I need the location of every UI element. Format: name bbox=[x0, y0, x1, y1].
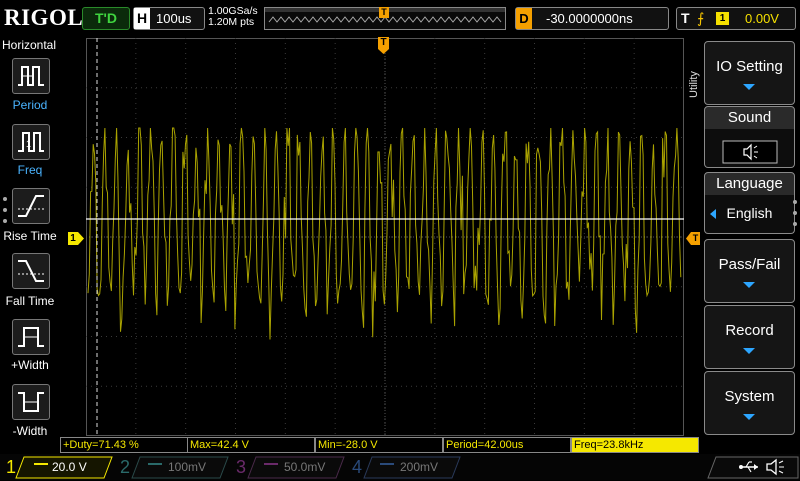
positive-width-button[interactable] bbox=[12, 319, 50, 355]
measurement-max[interactable]: Max=42.4 V bbox=[187, 437, 315, 453]
trigger-level-marker[interactable]: T bbox=[686, 232, 700, 245]
language-selector[interactable]: English bbox=[704, 195, 795, 234]
chevron-down-icon bbox=[743, 84, 755, 90]
horizontal-measure-menu: Horizontal Period 1 Freq Rise Time Fall … bbox=[0, 36, 60, 440]
channel1-offset-marker[interactable]: 1 bbox=[68, 232, 84, 245]
record-label: Record bbox=[725, 322, 774, 339]
measurement-min[interactable]: Min=-28.0 V bbox=[315, 437, 443, 453]
trigger-level: 0.00V bbox=[745, 11, 779, 26]
memory-overview[interactable]: T bbox=[264, 7, 506, 30]
trigger-position-label: T bbox=[380, 37, 387, 48]
horizontal-label: H bbox=[134, 8, 150, 29]
language-value: English bbox=[726, 205, 773, 221]
channel4-number[interactable]: 4 bbox=[352, 456, 362, 478]
freq-icon: 1 bbox=[18, 132, 44, 152]
channel1-waveform bbox=[87, 127, 682, 340]
trigger-position-marker[interactable]: T bbox=[378, 37, 389, 54]
language-title: Language bbox=[704, 172, 795, 196]
channel1-number[interactable]: 1 bbox=[6, 456, 16, 478]
acquisition-info: 1.00GSa/s 1.20M pts bbox=[208, 6, 258, 28]
channel2-number[interactable]: 2 bbox=[120, 456, 130, 478]
freq-label: Freq bbox=[17, 163, 43, 177]
channel2-scale[interactable]: 100mV bbox=[168, 456, 206, 478]
waveform-display[interactable] bbox=[86, 38, 684, 436]
system-button[interactable]: System bbox=[704, 371, 795, 435]
rigol-logo: RIGOL bbox=[4, 5, 84, 30]
period-icon bbox=[18, 66, 44, 86]
measurement-freq[interactable]: Freq=23.8kHz bbox=[571, 437, 699, 453]
menu-title: Horizontal bbox=[2, 38, 57, 52]
measurement-period[interactable]: Period=42.00us bbox=[443, 437, 571, 453]
utility-label-text: Utility bbox=[688, 71, 700, 98]
freq-button[interactable]: 1 bbox=[12, 124, 50, 160]
fall-time-button[interactable] bbox=[12, 253, 50, 289]
channel3-scale[interactable]: 50.0mV bbox=[284, 456, 325, 478]
sound-title: Sound bbox=[704, 106, 795, 130]
svg-text:1: 1 bbox=[26, 139, 31, 149]
fall-time-icon bbox=[18, 260, 44, 282]
chevron-down-icon bbox=[743, 348, 755, 354]
speaker-icon bbox=[722, 140, 778, 164]
sound-toggle[interactable] bbox=[704, 129, 795, 168]
rising-edge-icon: ⨍ bbox=[697, 10, 705, 26]
trigger-box[interactable]: T ⨍ 1 0.00V bbox=[676, 7, 796, 30]
utility-side-label: Utility bbox=[688, 62, 702, 102]
rise-time-label: Rise Time bbox=[3, 229, 57, 243]
left-menu-page-indicator bbox=[3, 197, 7, 227]
channel1-marker-label: 1 bbox=[70, 233, 76, 244]
chevron-down-icon bbox=[743, 282, 755, 288]
system-label: System bbox=[724, 388, 775, 405]
timebase-box[interactable]: H 100us bbox=[133, 7, 205, 30]
memory-depth: 1.20M pts bbox=[208, 16, 255, 28]
io-setting-label: IO Setting bbox=[716, 58, 783, 75]
pass-fail-label: Pass/Fail bbox=[718, 256, 781, 273]
pass-fail-button[interactable]: Pass/Fail bbox=[704, 239, 795, 303]
channel3-number[interactable]: 3 bbox=[236, 456, 246, 478]
dc-coupling-icon bbox=[34, 463, 48, 465]
negative-width-icon bbox=[18, 392, 44, 412]
rise-time-icon bbox=[18, 195, 44, 217]
negative-width-button[interactable] bbox=[12, 384, 50, 420]
speaker-icon bbox=[764, 458, 786, 481]
trigger-level-marker-label: T bbox=[692, 233, 699, 243]
measurement-duty[interactable]: +Duty=71.43 % bbox=[60, 437, 188, 453]
dc-coupling-icon bbox=[148, 463, 162, 465]
period-label: Period bbox=[12, 98, 48, 112]
trigger-label: T bbox=[681, 10, 690, 26]
fall-time-label: Fall Time bbox=[5, 294, 55, 308]
rise-time-button[interactable] bbox=[12, 188, 50, 224]
delay-label: D bbox=[516, 8, 532, 29]
top-status-bar: RIGOL T'D H 100us 1.00GSa/s 1.20M pts T … bbox=[0, 0, 800, 36]
timebase-value: 100us bbox=[156, 11, 192, 26]
chevron-down-icon bbox=[743, 414, 755, 420]
positive-width-icon bbox=[18, 327, 44, 347]
record-button[interactable]: Record bbox=[704, 305, 795, 369]
dc-coupling-icon bbox=[380, 463, 394, 465]
positive-width-label: +Width bbox=[11, 358, 49, 372]
channel4-scale[interactable]: 200mV bbox=[400, 456, 438, 478]
delay-value: -30.0000000ns bbox=[546, 11, 633, 26]
channel1-scale[interactable]: 20.0 V bbox=[52, 456, 87, 478]
dc-coupling-icon bbox=[264, 463, 278, 465]
right-menu-page-indicator bbox=[793, 200, 797, 230]
usb-icon bbox=[738, 459, 760, 480]
delay-box[interactable]: D -30.0000000ns bbox=[515, 7, 669, 30]
io-setting-button[interactable]: IO Setting bbox=[704, 41, 795, 105]
memory-trigger-marker: T bbox=[379, 7, 389, 18]
period-button[interactable] bbox=[12, 58, 50, 94]
graticule bbox=[86, 38, 684, 436]
negative-width-label: -Width bbox=[12, 424, 48, 438]
run-state-badge[interactable]: T'D bbox=[82, 7, 130, 30]
trigger-source: 1 bbox=[716, 12, 729, 25]
